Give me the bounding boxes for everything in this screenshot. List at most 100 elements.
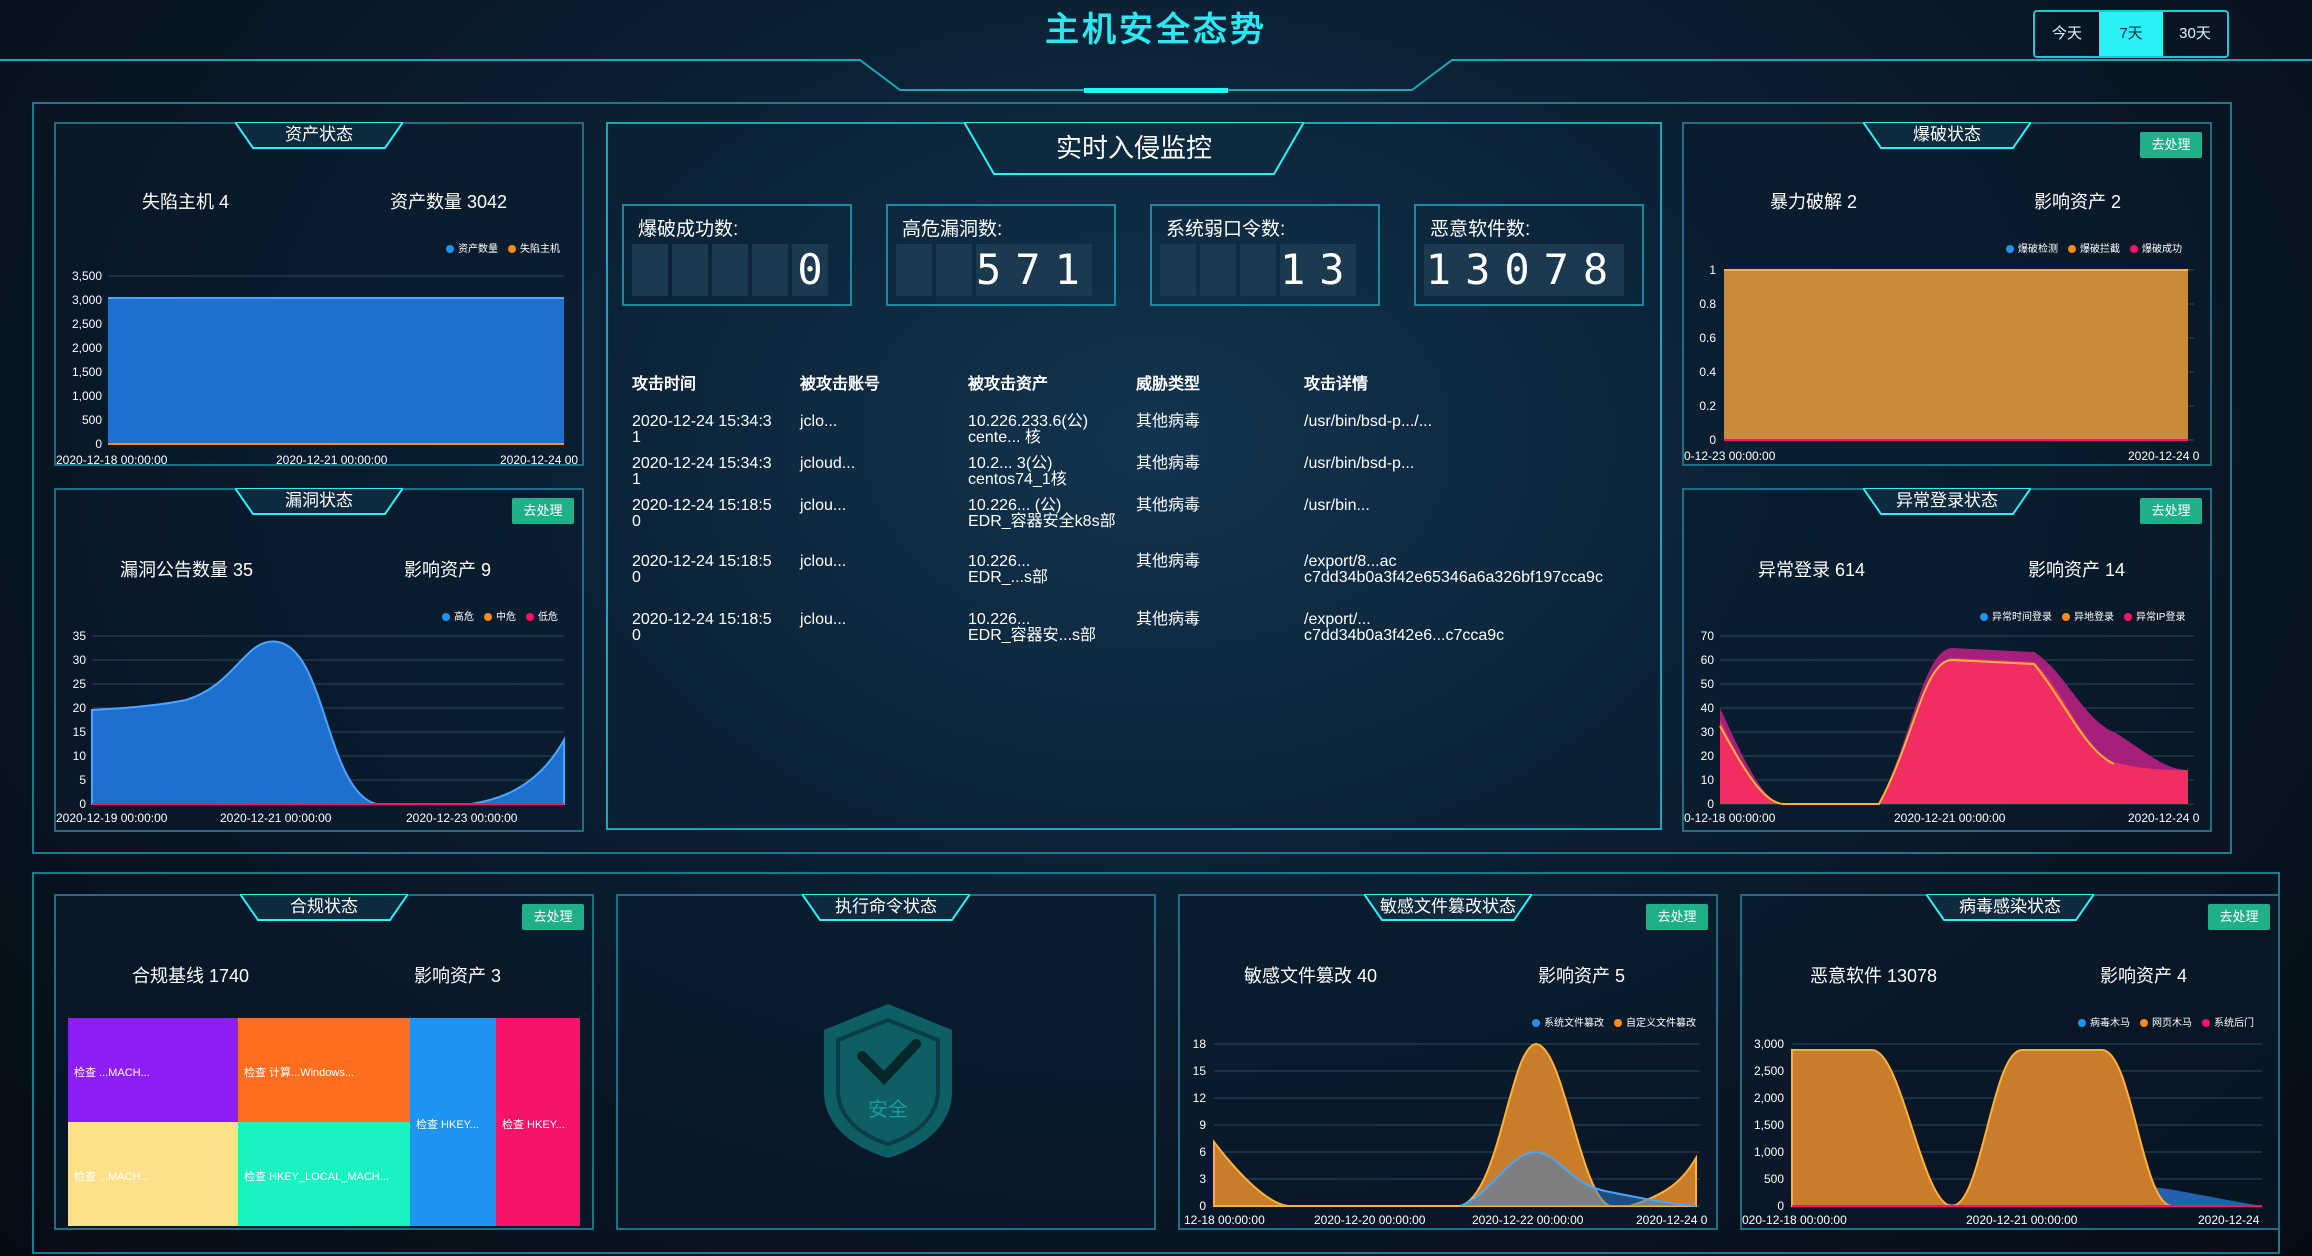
treemap-tile[interactable]: 检查 ...MACH... xyxy=(68,1122,238,1226)
svg-text:5: 5 xyxy=(79,773,86,787)
legend: 病毒木马 网页木马 系统后门 xyxy=(2078,1014,2254,1029)
compliance-panel: 合规状态 去处理 合规基线 1740 影响资产 3 检查 ...MACH... … xyxy=(54,894,594,1230)
svg-text:10: 10 xyxy=(1701,773,1715,787)
col-account: 被攻击账号 xyxy=(800,376,881,393)
svg-text:0.4: 0.4 xyxy=(1699,365,1716,379)
webshell-area xyxy=(1791,1049,2262,1208)
asset-count-area xyxy=(108,298,564,444)
col-type: 威胁类型 xyxy=(1136,376,1201,393)
svg-text:25: 25 xyxy=(73,677,87,691)
panel-title: 异常登录状态 xyxy=(1863,488,2031,516)
treemap-tile[interactable]: 检查 ...MACH... xyxy=(68,1018,238,1122)
abnormal-time-area xyxy=(1720,658,2188,804)
compliance-handle-button[interactable]: 去处理 xyxy=(522,904,584,930)
header-decoration xyxy=(0,59,2312,93)
svg-text:2020-12-21 00:00:00: 2020-12-21 00:00:00 xyxy=(1966,1213,2078,1227)
svg-text:3,000: 3,000 xyxy=(1754,1037,1784,1051)
svg-text:2,500: 2,500 xyxy=(72,317,102,331)
svg-text:3: 3 xyxy=(1199,1172,1206,1186)
svg-text:0: 0 xyxy=(1707,797,1714,811)
virus-panel: 病毒感染状态 去处理 恶意软件 13078 影响资产 4 病毒木马 网页木马 系… xyxy=(1740,894,2280,1230)
svg-text:1,000: 1,000 xyxy=(72,389,102,403)
treemap-tile[interactable]: 检查 HKEY_LOCAL_MACH... xyxy=(238,1122,410,1226)
compromised-hosts-stat: 失陷主机 4 xyxy=(142,192,230,212)
panel-title: 执行命令状态 xyxy=(802,894,970,922)
svg-text:0: 0 xyxy=(95,437,102,451)
vuln-handle-button[interactable]: 去处理 xyxy=(512,498,574,524)
panel-title: 病毒感染状态 xyxy=(1926,894,2094,922)
brute-count-stat: 暴力破解 2 xyxy=(1770,192,1858,212)
svg-text:6: 6 xyxy=(1199,1145,1206,1159)
range-30d-button[interactable]: 30天 xyxy=(2163,12,2227,56)
svg-text:2,000: 2,000 xyxy=(1754,1091,1784,1105)
treemap-tile[interactable]: 检查 计算...Windows... xyxy=(238,1018,410,1122)
panel-title: 实时入侵监控 xyxy=(964,122,1304,176)
col-asset: 被攻击资产 xyxy=(968,376,1049,393)
counter-brute: 爆破成功数: 0 xyxy=(622,204,852,306)
svg-text:15: 15 xyxy=(73,725,87,739)
sensitive-handle-button[interactable]: 去处理 xyxy=(1646,904,1708,930)
panel-title: 合规状态 xyxy=(240,894,408,922)
svg-text:12-18 00:00:00: 12-18 00:00:00 xyxy=(1184,1213,1265,1227)
attack-table: 攻击时间 被攻击账号 被攻击资产 威胁类型 攻击详情 2020-12-24 15… xyxy=(632,370,1642,790)
svg-text:2020-12-24: 2020-12-24 xyxy=(2198,1213,2260,1227)
svg-text:20: 20 xyxy=(73,701,87,715)
svg-text:2020-12-24 0: 2020-12-24 0 xyxy=(1636,1213,1708,1227)
svg-text:3,000: 3,000 xyxy=(72,293,102,307)
svg-text:40: 40 xyxy=(1701,701,1715,715)
range-today-button[interactable]: 今天 xyxy=(2035,12,2099,56)
vuln-panel: 漏洞状态 去处理 漏洞公告数量 35 影响资产 9 高危 中危 低危 35 30 … xyxy=(54,488,584,832)
svg-text:0: 0 xyxy=(1709,433,1716,447)
baseline-count-stat: 合规基线 1740 xyxy=(132,966,250,986)
svg-text:30: 30 xyxy=(73,653,87,667)
virus-handle-button[interactable]: 去处理 xyxy=(2208,904,2270,930)
svg-text:1: 1 xyxy=(1709,263,1716,277)
svg-text:10: 10 xyxy=(73,749,87,763)
svg-text:3,500: 3,500 xyxy=(72,269,102,283)
login-panel: 异常登录状态 去处理 异常登录 614 影响资产 14 异常时间登录 异地登录 … xyxy=(1682,488,2212,832)
malware-count-stat: 恶意软件 13078 xyxy=(1810,966,1938,986)
shield-check-icon: 安全 xyxy=(824,1004,952,1158)
brute-panel: 爆破状态 去处理 暴力破解 2 影响资产 2 爆破检测 爆破拦截 爆破成功 1 0… xyxy=(1682,122,2212,466)
svg-text:0.6: 0.6 xyxy=(1699,331,1716,345)
svg-text:2020-12-24 0: 2020-12-24 0 xyxy=(2128,811,2200,825)
counter-value: 0 xyxy=(792,244,828,296)
legend: 系统文件篡改 自定义文件篡改 xyxy=(1532,1014,1696,1029)
counter-malware: 恶意软件数: 13078 xyxy=(1414,204,1644,306)
svg-text:500: 500 xyxy=(82,413,102,427)
command-panel: 执行命令状态 安全 xyxy=(616,894,1156,1230)
col-time: 攻击时间 xyxy=(632,376,697,393)
counter-value: 13 xyxy=(1280,244,1359,296)
panel-title: 敏感文件篡改状态 xyxy=(1364,894,1532,922)
sensitive-file-panel: 敏感文件篡改状态 去处理 敏感文件篡改 40 影响资产 5 系统文件篡改 自定义… xyxy=(1178,894,1718,1230)
treemap-tile[interactable]: 检查 HKEY... xyxy=(496,1018,580,1226)
asset-count-stat: 资产数量 3042 xyxy=(390,192,508,212)
brute-assets-stat: 影响资产 2 xyxy=(2034,192,2122,212)
legend: 高危 中危 低危 xyxy=(442,608,558,623)
svg-text:0-12-18 00:00:00: 0-12-18 00:00:00 xyxy=(1684,811,1776,825)
brute-area-chart: 1 0.8 0.6 0.4 0.2 0 0-12-23 00:00:00 2020-1… xyxy=(1684,263,2200,463)
svg-text:2020-12-19 00:00:00: 2020-12-19 00:00:00 xyxy=(56,811,168,825)
svg-text:2020-12-21 00:00:00: 2020-12-21 00:00:00 xyxy=(276,453,388,464)
brute-handle-button[interactable]: 去处理 xyxy=(2140,132,2202,158)
counter-value: 571 xyxy=(976,244,1094,296)
login-assets-stat: 影响资产 14 xyxy=(2028,560,2126,580)
range-7d-button[interactable]: 7天 xyxy=(2099,12,2163,56)
tamper-area-chart: 18 15 12 9 6 3 0 12-18 00:00:00 2020-12-20 … xyxy=(1184,1037,1708,1227)
svg-text:15: 15 xyxy=(1193,1064,1207,1078)
login-area-chart: 70 60 50 40 30 20 10 0 0-12-18 00:00:00 2020… xyxy=(1684,630,2200,825)
svg-text:0: 0 xyxy=(1777,1199,1784,1213)
svg-text:2,500: 2,500 xyxy=(1754,1064,1784,1078)
counter-vuln: 高危漏洞数: 571 xyxy=(886,204,1116,306)
counter-value: 13078 xyxy=(1424,244,1624,296)
svg-text:020-12-18 00:00:00: 020-12-18 00:00:00 xyxy=(1742,1213,1847,1227)
svg-text:2020-12-22 00:00:00: 2020-12-22 00:00:00 xyxy=(1472,1213,1584,1227)
login-handle-button[interactable]: 去处理 xyxy=(2140,498,2202,524)
legend: 爆破检测 爆破拦截 爆破成功 xyxy=(2006,240,2182,255)
treemap-tile[interactable]: 检查 HKEY... xyxy=(410,1018,496,1226)
tamper-assets-stat: 影响资产 5 xyxy=(1538,966,1626,986)
svg-text:500: 500 xyxy=(1764,1172,1784,1186)
time-range-selector: 今天 7天 30天 xyxy=(2033,10,2229,58)
svg-text:12: 12 xyxy=(1193,1091,1207,1105)
svg-text:2020-12-24 0: 2020-12-24 0 xyxy=(2128,449,2200,463)
